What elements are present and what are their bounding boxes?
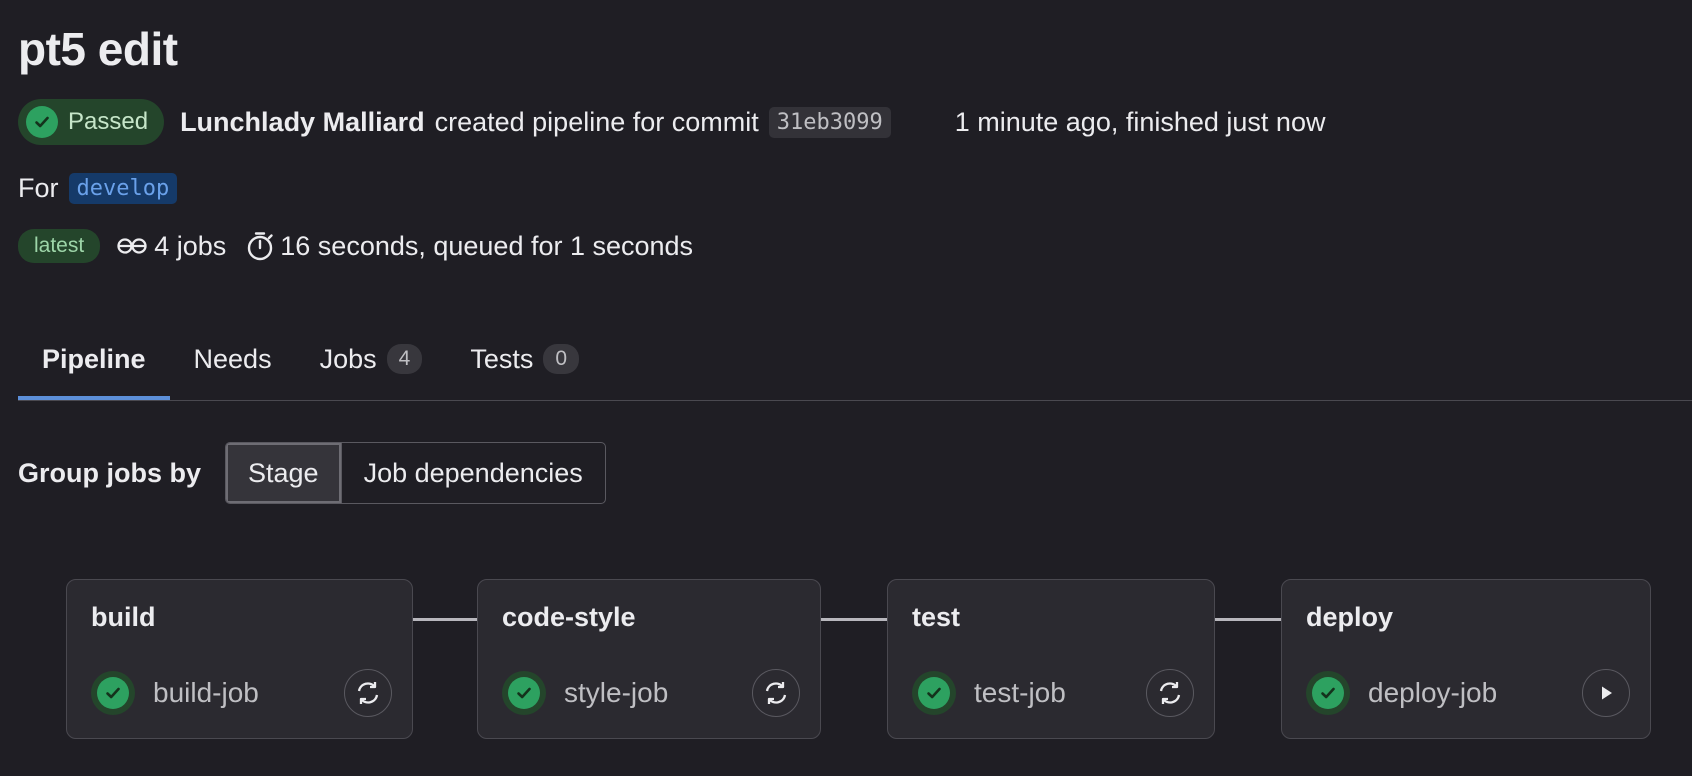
tab-label: Pipeline <box>42 343 146 374</box>
for-label: For <box>18 172 59 203</box>
job-test[interactable]: test-job <box>912 669 1194 717</box>
group-by-stage-button[interactable]: Stage <box>226 443 341 503</box>
tab-count-badge: 4 <box>386 344 423 374</box>
tab-count-badge: 0 <box>543 344 580 374</box>
retry-icon[interactable] <box>344 669 392 717</box>
job-name[interactable]: deploy-job <box>1368 677 1582 709</box>
tab-jobs[interactable]: Jobs 4 <box>296 320 447 398</box>
retry-icon[interactable] <box>1146 669 1194 717</box>
job-style[interactable]: style-job <box>502 669 800 717</box>
tab-pipeline[interactable]: Pipeline <box>18 320 170 400</box>
latest-badge: latest <box>18 229 101 263</box>
job-deploy[interactable]: deploy-job <box>1306 669 1630 717</box>
group-jobs-label: Group jobs by <box>18 457 202 488</box>
job-name[interactable]: test-job <box>974 677 1146 709</box>
stage-code-style: code-style style-job <box>477 579 821 739</box>
commit-sha-link[interactable]: 31eb3099 <box>768 106 891 138</box>
stage-title: build <box>91 602 156 632</box>
stage-connector <box>413 618 477 621</box>
author-link[interactable]: Lunchlady Malliard <box>180 107 425 138</box>
page-title: pt5 edit <box>18 23 178 75</box>
pipeline-tabs: Pipeline Needs Jobs 4 Tests 0 <box>18 320 1692 401</box>
group-by-dependencies-button[interactable]: Job dependencies <box>340 443 605 503</box>
tab-needs[interactable]: Needs <box>170 320 296 398</box>
pipeline-icon <box>116 235 148 257</box>
stage-build: build build-job <box>66 579 413 739</box>
branch-link[interactable]: develop <box>68 172 178 204</box>
status-badge[interactable]: Passed <box>18 99 165 145</box>
tab-label: Jobs <box>319 343 377 374</box>
job-status-success-icon[interactable] <box>91 671 135 715</box>
stage-connector <box>821 618 887 621</box>
stopwatch-icon <box>246 231 274 261</box>
job-name[interactable]: style-job <box>564 677 752 709</box>
stage-connector <box>1215 618 1281 621</box>
tab-tests[interactable]: Tests 0 <box>446 320 603 398</box>
created-text: created pipeline for commit <box>434 106 759 137</box>
tab-label: Tests <box>470 343 534 374</box>
stage-title: test <box>912 602 961 632</box>
job-build[interactable]: build-job <box>91 669 392 717</box>
branch-row: For develop <box>18 168 178 208</box>
retry-icon[interactable] <box>752 669 800 717</box>
stage-title: code-style <box>502 602 636 632</box>
duration-text: 16 seconds, queued for 1 seconds <box>280 230 694 261</box>
job-name[interactable]: build-job <box>153 677 344 709</box>
job-status-success-icon[interactable] <box>1306 671 1350 715</box>
check-circle-icon <box>26 106 58 138</box>
group-by-toggle: Stage Job dependencies <box>225 442 606 504</box>
stage-title: deploy <box>1306 602 1394 632</box>
stage-deploy: deploy deploy-job <box>1281 579 1651 739</box>
job-status-success-icon[interactable] <box>502 671 546 715</box>
time-text: 1 minute ago, finished just now <box>954 106 1326 137</box>
play-icon[interactable] <box>1582 669 1630 717</box>
pipeline-stats: latest 4 jobs 16 seconds, queued for 1 s… <box>18 226 693 266</box>
status-label: Passed <box>68 108 149 135</box>
group-jobs-control: Group jobs by Stage Job dependencies <box>18 442 606 504</box>
jobs-count: 4 jobs <box>154 230 227 261</box>
tab-label: Needs <box>193 343 272 374</box>
job-status-success-icon[interactable] <box>912 671 956 715</box>
stage-test: test test-job <box>887 579 1215 739</box>
pipeline-meta: Passed Lunchlady Malliard created pipeli… <box>18 98 1325 146</box>
